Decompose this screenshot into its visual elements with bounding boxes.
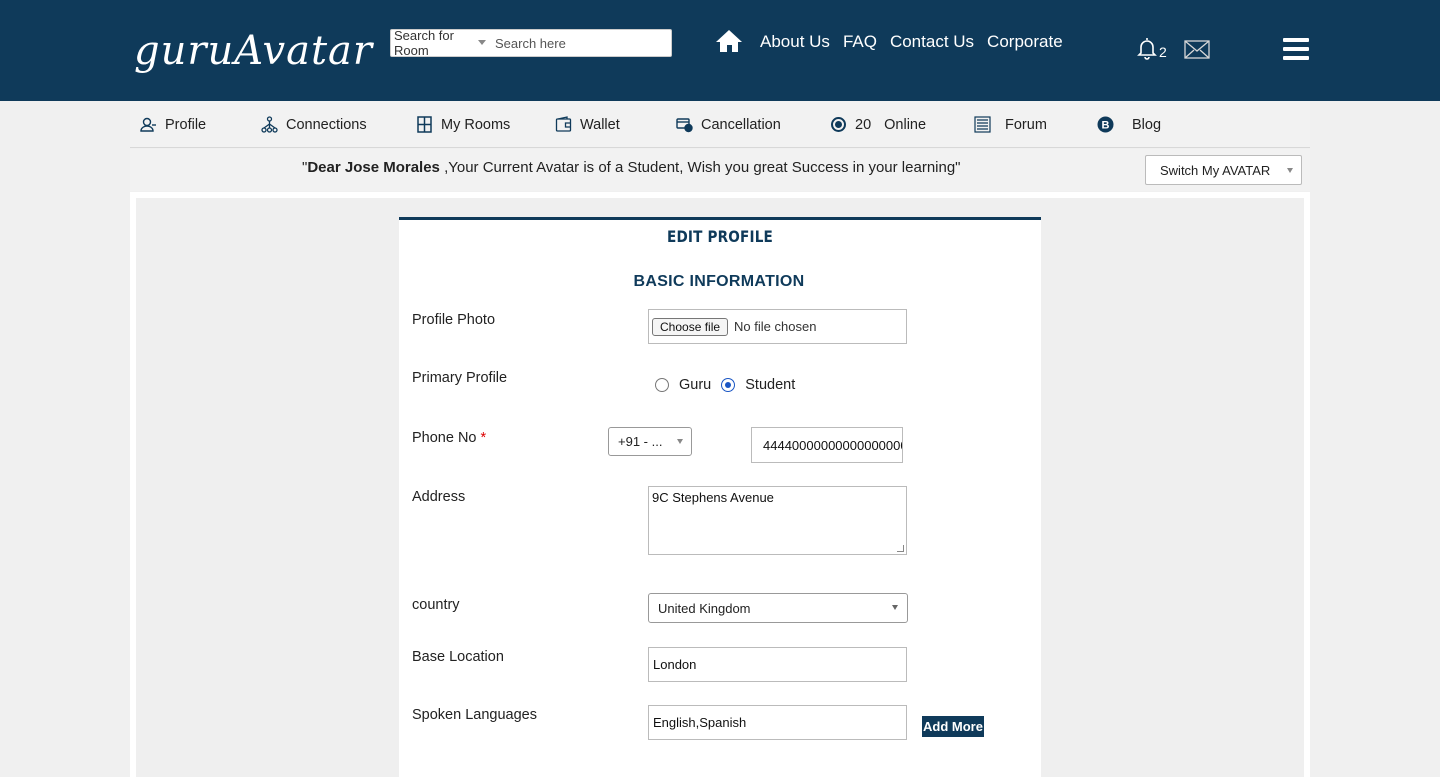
subnav-item-my-rooms[interactable]: My Rooms: [416, 101, 510, 148]
edit-profile-card: EDIT PROFILE BASIC INFORMATION Profile P…: [399, 217, 1041, 777]
chevron-down-icon: [1287, 168, 1293, 173]
greeting-name: Dear Jose Morales: [307, 159, 440, 176]
notifications-button[interactable]: 2: [1136, 36, 1167, 60]
forum-icon: [974, 116, 991, 133]
required-mark: *: [480, 430, 487, 446]
greeting-bar: "Dear Jose Morales ,Your Current Avatar …: [130, 149, 1310, 191]
base-location-input[interactable]: London: [648, 647, 907, 682]
subnav-item-online[interactable]: 20 Online: [830, 101, 926, 148]
svg-text:B: B: [1102, 120, 1110, 132]
country-code-select[interactable]: +91 - ...: [608, 427, 692, 456]
chevron-down-icon: [478, 40, 486, 45]
rooms-icon: [417, 116, 432, 133]
mail-icon[interactable]: [1184, 40, 1210, 59]
subnav-label: Online: [884, 116, 927, 133]
subnav-label: Forum: [1005, 116, 1047, 133]
bell-icon: [1137, 38, 1157, 60]
greeting-message: "Dear Jose Morales ,Your Current Avatar …: [302, 159, 961, 176]
switch-avatar-label: Switch My AVATAR: [1160, 162, 1271, 178]
cancellation-icon: [676, 118, 693, 133]
country-select[interactable]: United Kingdom: [648, 593, 908, 623]
address-textarea[interactable]: 9C Stephens Avenue: [648, 486, 907, 555]
online-icon: [831, 117, 846, 132]
logo[interactable]: guruAvatar: [134, 26, 372, 76]
nav-corporate[interactable]: Corporate: [987, 32, 1063, 52]
phone-input[interactable]: 44440000000000000000: [751, 427, 903, 463]
subnav-item-connections[interactable]: Connections: [261, 101, 367, 148]
radio-guru[interactable]: [655, 378, 669, 392]
subnav-label: Profile: [165, 116, 207, 133]
search-bar: Search for Room: [390, 28, 672, 58]
chevron-down-icon: [892, 605, 898, 610]
page-title: EDIT PROFILE: [666, 227, 774, 246]
spoken-languages-input[interactable]: English,Spanish: [648, 705, 907, 740]
subnav-label: My Rooms: [441, 116, 511, 133]
phone-label-text: Phone No: [412, 430, 477, 446]
nav-about-us[interactable]: About Us: [760, 32, 830, 52]
section-title: BASIC INFORMATION: [633, 273, 805, 290]
search-category-select[interactable]: Search for Room: [391, 28, 491, 58]
country-code-value: +91 - ...: [618, 434, 663, 449]
file-status: No file chosen: [734, 319, 817, 334]
subnav-label: Blog: [1132, 116, 1162, 133]
subnav-item-profile[interactable]: Profile: [140, 101, 206, 148]
user-icon: [140, 117, 156, 132]
blog-icon: B: [1097, 116, 1114, 133]
greeting-text: ,Your Current Avatar is of a Student, Wi…: [439, 159, 961, 176]
menu-icon[interactable]: [1283, 38, 1309, 60]
primary-profile-label: Primary Profile: [412, 370, 508, 386]
subnav-item-blog[interactable]: B Blog: [1097, 101, 1161, 148]
choose-file-button[interactable]: Choose file: [652, 317, 729, 336]
main-content: EDIT PROFILE BASIC INFORMATION Profile P…: [130, 192, 1310, 777]
address-label: Address: [412, 489, 466, 505]
home-icon[interactable]: [716, 30, 742, 54]
switch-avatar-select[interactable]: Switch My AVATAR: [1145, 155, 1302, 185]
profile-photo-input: Choose file No file chosen: [648, 309, 907, 344]
content-background: EDIT PROFILE BASIC INFORMATION Profile P…: [136, 198, 1304, 777]
country-value: United Kingdom: [658, 600, 751, 616]
top-nav: About Us FAQ Contact Us Corporate: [716, 30, 1063, 54]
profile-subnav: Profile Connections My Rooms Wallet Canc…: [130, 101, 1310, 148]
profile-photo-label: Profile Photo: [412, 312, 496, 328]
network-icon: [261, 116, 278, 133]
phone-label: Phone No *: [412, 430, 486, 446]
subnav-item-forum[interactable]: Forum: [974, 101, 1047, 148]
site-header: guruAvatar Search for Room About Us FAQ …: [0, 0, 1440, 101]
resize-handle-icon[interactable]: [897, 545, 904, 552]
primary-profile-radio-group: Guru Student: [655, 377, 805, 393]
wallet-icon: [555, 116, 572, 132]
subnav-label: Wallet: [580, 116, 620, 133]
subnav-item-cancellation[interactable]: Cancellation: [676, 101, 781, 148]
online-count: 20: [855, 116, 872, 133]
address-value: 9C Stephens Avenue: [652, 490, 774, 505]
search-category-value: Search for Room: [394, 28, 454, 58]
spoken-languages-label: Spoken Languages: [412, 707, 537, 723]
chevron-down-icon: [677, 439, 683, 444]
nav-contact-us[interactable]: Contact Us: [890, 32, 974, 52]
search-input[interactable]: [491, 35, 671, 51]
radio-student[interactable]: [721, 378, 736, 392]
notification-count: 2: [1159, 44, 1167, 60]
radio-guru-label: Guru: [679, 377, 712, 393]
country-label: country: [412, 597, 460, 613]
subnav-label: Connections: [286, 116, 367, 133]
nav-faq[interactable]: FAQ: [843, 32, 877, 52]
add-more-button[interactable]: Add More: [922, 716, 984, 737]
subnav-item-wallet[interactable]: Wallet: [555, 101, 620, 148]
subnav-label: Cancellation: [701, 116, 781, 133]
radio-student-label: Student: [745, 377, 796, 393]
base-location-label: Base Location: [412, 649, 504, 665]
